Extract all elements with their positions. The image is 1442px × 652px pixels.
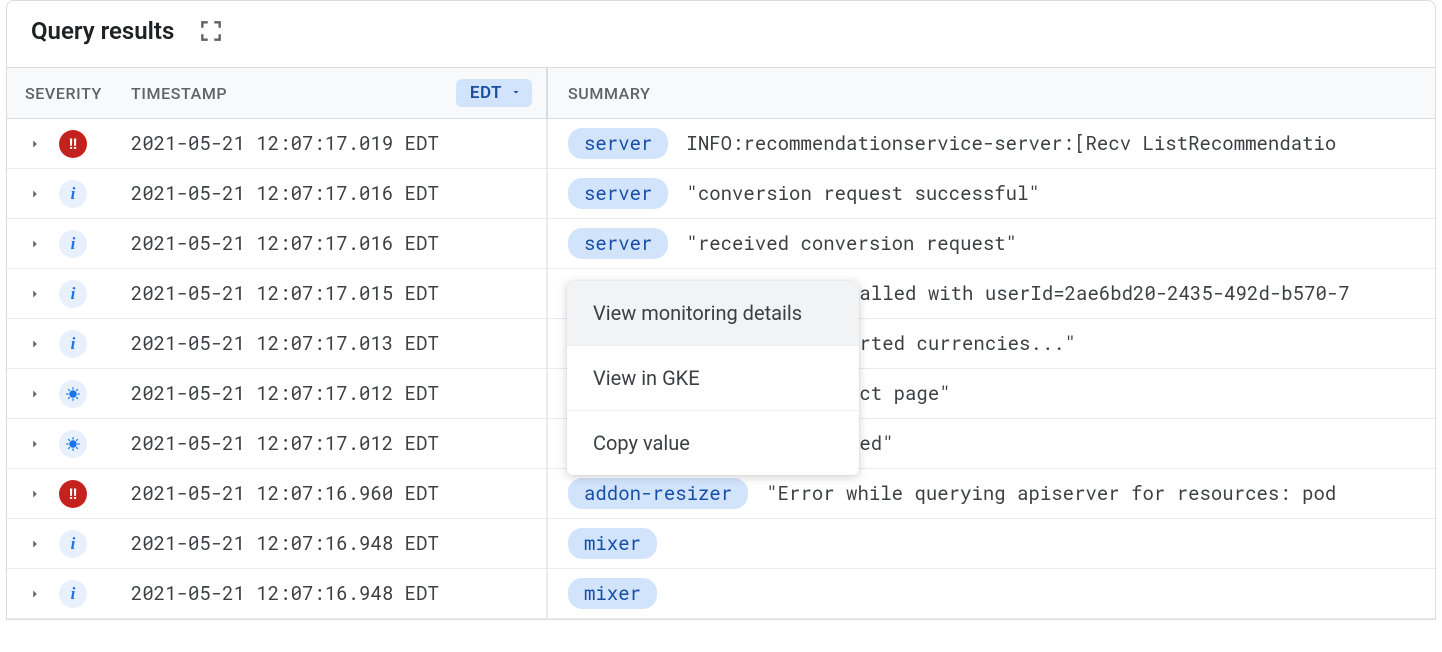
cell-timestamp: 2021-05-21 12:07:17.016 EDT [117,169,547,218]
source-chip[interactable]: addon-resizer [568,478,748,509]
fullscreen-icon[interactable] [198,18,224,44]
cell-summary: addon-resizer "Error while querying apise… [547,469,1435,518]
source-chip[interactable]: server [568,128,668,159]
expand-row-icon[interactable] [25,584,45,604]
log-row[interactable]: !! 2021-05-21 12:07:17.019 EDT server INFO:… [7,119,1435,169]
cell-timestamp: 2021-05-21 12:07:16.948 EDT [117,569,547,618]
log-message: "received conversion request" [686,231,1017,256]
cell-summary: server INFO:recommendationservice-server:… [547,119,1435,168]
severity-info-icon: i [59,280,87,308]
cell-timestamp: 2021-05-21 12:07:17.012 EDT [117,419,547,468]
expand-row-icon[interactable] [25,284,45,304]
cell-timestamp: 2021-05-21 12:07:17.012 EDT [117,369,547,418]
log-row[interactable]: i 2021-05-21 12:07:17.016 EDT server "conve… [7,169,1435,219]
timezone-label: EDT [470,83,502,103]
cell-severity: !! [7,130,117,158]
source-chip[interactable]: server [568,228,668,259]
severity-info-icon: i [59,530,87,558]
caret-down-icon [510,83,522,103]
expand-row-icon[interactable] [25,434,45,454]
log-row[interactable]: !!2021-05-21 12:07:16.960 EDTaddon-resiz… [7,469,1435,519]
log-row[interactable]: i 2021-05-21 12:07:16.948 EDT mixer [7,519,1435,569]
col-header-timestamp-label[interactable]: TIMESTAMP [131,84,227,103]
expand-row-icon[interactable] [25,534,45,554]
expand-row-icon[interactable] [25,234,45,254]
source-chip[interactable]: mixer [568,578,657,609]
severity-error-icon: !! [59,130,87,158]
severity-info-icon: i [59,180,87,208]
severity-info-icon: i [59,330,87,358]
cell-timestamp: 2021-05-21 12:07:17.015 EDT [117,269,547,318]
log-row[interactable]: i 2021-05-21 12:07:17.016 EDT server "recei… [7,219,1435,269]
cell-severity [7,430,117,458]
log-message: called with userId=2ae6bd20-2435-492d-b5… [848,281,1350,306]
panel-title: Query results [31,17,174,45]
cell-summary: mixer [547,519,1435,568]
severity-debug-icon [59,380,87,408]
cell-timestamp: 2021-05-21 12:07:16.960 EDT [117,469,547,518]
cell-severity: i [7,530,117,558]
col-header-severity[interactable]: SEVERITY [7,84,117,103]
cell-severity: i [7,330,117,358]
expand-row-icon[interactable] [25,334,45,354]
cell-summary: server "conversion request successful" [547,169,1435,218]
severity-error-icon: !! [59,480,87,508]
log-message: "Error while querying apiserver for reso… [766,481,1336,506]
severity-info-icon: i [59,580,87,608]
context-menu-item[interactable]: View in GKE [567,346,859,411]
source-chip[interactable]: mixer [568,528,657,559]
cell-severity: !! [7,480,117,508]
timezone-dropdown[interactable]: EDT [456,79,532,107]
cell-timestamp: 2021-05-21 12:07:16.948 EDT [117,519,547,568]
severity-debug-icon [59,430,87,458]
cell-severity: i [7,580,117,608]
source-chip[interactable]: server [568,178,668,209]
col-header-timestamp: TIMESTAMP EDT [117,68,547,118]
context-menu-item[interactable]: View monitoring details [567,281,859,346]
cell-severity [7,380,117,408]
expand-row-icon[interactable] [25,484,45,504]
panel-header: Query results [7,1,1435,67]
context-menu-item[interactable]: Copy value [567,411,859,475]
log-message: uct page" [848,381,951,406]
table-header: SEVERITY TIMESTAMP EDT SUMMARY [7,67,1435,119]
cell-timestamp: 2021-05-21 12:07:17.019 EDT [117,119,547,168]
cell-summary: mixer [547,569,1435,618]
cell-severity: i [7,180,117,208]
cell-timestamp: 2021-05-21 12:07:17.016 EDT [117,219,547,268]
log-row[interactable]: i 2021-05-21 12:07:16.948 EDT mixer [7,569,1435,619]
expand-row-icon[interactable] [25,184,45,204]
log-message: orted currencies..." [848,331,1076,356]
cell-timestamp: 2021-05-21 12:07:17.013 EDT [117,319,547,368]
context-menu: View monitoring detailsView in GKECopy v… [567,281,859,475]
log-message: INFO:recommendationservice-server:[Recv … [686,131,1336,156]
severity-info-icon: i [59,230,87,258]
cell-summary: server "received conversion request" [547,219,1435,268]
expand-row-icon[interactable] [25,384,45,404]
cell-severity: i [7,280,117,308]
cell-severity: i [7,230,117,258]
col-header-summary[interactable]: SUMMARY [547,68,1435,118]
expand-row-icon[interactable] [25,134,45,154]
log-message: "conversion request successful" [686,181,1039,206]
